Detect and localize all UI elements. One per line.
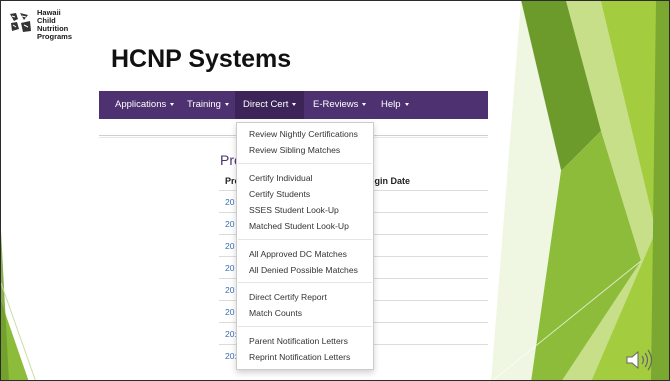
menu-item-match-counts[interactable]: Match Counts	[249, 308, 302, 318]
caret-down-icon	[170, 102, 175, 106]
nav-label: E-Reviews	[313, 99, 359, 110]
table-cell-link[interactable]: 20	[225, 219, 234, 229]
slide-title: HCNP Systems	[111, 45, 292, 73]
menu-divider	[238, 282, 372, 283]
menu-item-all-denied-possible-matches[interactable]: All Denied Possible Matches	[249, 265, 358, 275]
caret-down-icon	[404, 102, 409, 106]
table-cell-link[interactable]: 20	[225, 241, 234, 251]
speaker-icon[interactable]	[625, 348, 655, 372]
menu-item-certify-students[interactable]: Certify Students	[249, 189, 310, 199]
nav-training[interactable]: Training	[187, 91, 229, 119]
hcnp-logo-icon	[8, 11, 34, 35]
menu-item-direct-certify-report[interactable]: Direct Certify Report	[249, 292, 327, 302]
caret-down-icon	[224, 102, 229, 106]
menu-divider	[238, 163, 372, 164]
nav-label: Direct Cert	[243, 99, 289, 110]
caret-down-icon	[362, 102, 367, 106]
caret-down-icon	[292, 102, 297, 106]
table-cell-link[interactable]: 20	[225, 307, 234, 317]
logo-line: Programs	[37, 32, 73, 41]
menu-item-parent-notification-letters[interactable]: Parent Notification Letters	[249, 336, 348, 346]
menu-item-all-approved-dc-matches[interactable]: All Approved DC Matches	[249, 249, 347, 259]
direct-cert-dropdown-menu: Review Nightly Certifications Review Sib…	[236, 122, 374, 370]
menu-item-review-sibling-matches[interactable]: Review Sibling Matches	[249, 145, 340, 155]
nav-label: Applications	[115, 99, 167, 110]
nav-applications[interactable]: Applications	[115, 91, 175, 119]
menu-item-review-nightly-certifications[interactable]: Review Nightly Certifications	[249, 129, 358, 139]
nav-help[interactable]: Help	[381, 91, 409, 119]
nav-label: Help	[381, 99, 401, 110]
nav-label: Training	[187, 99, 221, 110]
navbar: Applications Training Direct Cert E-Revi…	[99, 91, 488, 119]
table-cell-link[interactable]: 20	[225, 285, 234, 295]
menu-divider	[238, 239, 372, 240]
menu-item-sses-student-look-up[interactable]: SSES Student Look-Up	[249, 205, 339, 215]
table-cell-link[interactable]: 20	[225, 263, 234, 273]
menu-item-matched-student-look-up[interactable]: Matched Student Look-Up	[249, 221, 349, 231]
menu-divider	[238, 326, 372, 327]
logo-text: Hawaii Child Nutrition Programs	[37, 9, 72, 41]
menu-item-reprint-notification-letters[interactable]: Reprint Notification Letters	[249, 352, 350, 362]
logo: Hawaii Child Nutrition Programs	[5, 8, 100, 48]
nav-e-reviews[interactable]: E-Reviews	[313, 91, 367, 119]
nav-direct-cert[interactable]: Direct Cert	[235, 91, 305, 119]
table-cell-link[interactable]: 20	[225, 197, 234, 207]
slide: Hawaii Child Nutrition Programs HCNP Sys…	[0, 0, 670, 381]
menu-item-certify-individual[interactable]: Certify Individual	[249, 173, 313, 183]
